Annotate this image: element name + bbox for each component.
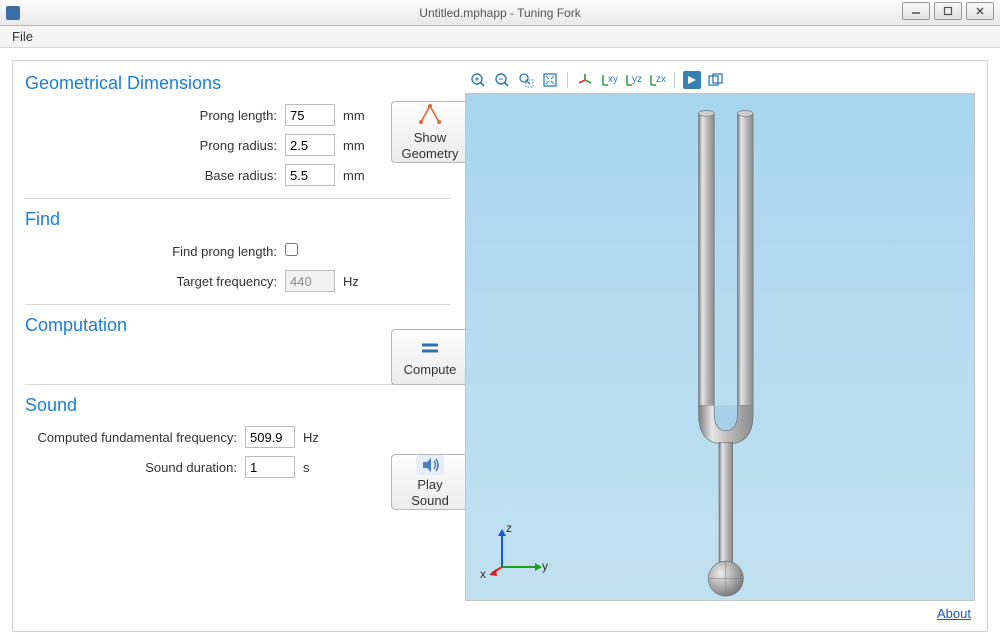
label-prong-radius: Prong radius: — [25, 138, 285, 153]
play-sound-label: Play Sound — [398, 477, 462, 510]
sound-icon — [416, 455, 444, 475]
maximize-button[interactable] — [934, 2, 962, 20]
show-geometry-label-2: Geometry — [401, 146, 458, 162]
unit-mm: mm — [335, 108, 371, 123]
axis-triad: z y x — [484, 523, 554, 586]
viewer-column: xy yz zx — [465, 69, 975, 623]
divider — [25, 304, 451, 305]
label-target-freq: Target frequency: — [25, 274, 285, 289]
about-link[interactable]: About — [937, 606, 971, 621]
play-sound-button[interactable]: Play Sound — [391, 454, 469, 510]
unit-hz: Hz — [335, 274, 371, 289]
window-controls — [898, 2, 994, 20]
input-base-radius[interactable] — [285, 164, 335, 186]
label-find-prong-length: Find prong length: — [25, 244, 285, 259]
default-view-icon[interactable] — [576, 71, 594, 89]
unit-s: s — [295, 460, 331, 475]
window-title: Untitled.mphapp - Tuning Fork — [0, 6, 1000, 20]
unit-hz: Hz — [295, 430, 331, 445]
viewer-toolbar: xy yz zx — [465, 69, 975, 91]
input-computed-freq[interactable] — [245, 426, 295, 448]
app-icon — [6, 6, 20, 20]
graphics-viewer[interactable]: z y x — [465, 93, 975, 601]
row-prong-radius: Prong radius: mm — [25, 132, 451, 158]
zoom-in-icon[interactable] — [469, 71, 487, 89]
close-button[interactable] — [966, 2, 994, 20]
row-prong-length: Prong length: mm — [25, 102, 451, 128]
label-base-radius: Base radius: — [25, 168, 285, 183]
section-title-sound: Sound — [25, 395, 451, 416]
section-title-computation: Computation — [25, 315, 451, 336]
geometry-icon — [416, 102, 444, 128]
row-duration: Sound duration: s — [25, 454, 451, 480]
title-bar: Untitled.mphapp - Tuning Fork — [0, 0, 1000, 26]
zoom-out-icon[interactable] — [493, 71, 511, 89]
unit-mm: mm — [335, 168, 371, 183]
row-computed-freq: Computed fundamental frequency: Hz — [25, 424, 451, 450]
compute-icon — [416, 336, 444, 360]
input-duration[interactable] — [245, 456, 295, 478]
transparency-icon[interactable] — [683, 71, 701, 89]
divider — [25, 384, 451, 385]
image-snapshot-icon[interactable] — [707, 71, 725, 89]
content-area: Geometrical Dimensions Prong length: mm … — [0, 48, 1000, 644]
compute-button[interactable]: Compute — [391, 329, 469, 385]
unit-mm: mm — [335, 138, 371, 153]
row-base-radius: Base radius: mm — [25, 162, 451, 188]
row-find-prong-length: Find prong length: — [25, 238, 451, 264]
show-geometry-label-1: Show — [414, 130, 447, 146]
minimize-button[interactable] — [902, 2, 930, 20]
input-prong-length[interactable] — [285, 104, 335, 126]
form-column: Geometrical Dimensions Prong length: mm … — [25, 69, 465, 623]
show-geometry-button[interactable]: Show Geometry — [391, 101, 469, 163]
divider — [25, 198, 451, 199]
main-panel: Geometrical Dimensions Prong length: mm … — [12, 60, 988, 632]
menu-bar: File — [0, 26, 1000, 48]
label-prong-length: Prong length: — [25, 108, 285, 123]
toolbar-separator — [674, 72, 675, 88]
label-computed-freq: Computed fundamental frequency: — [25, 430, 245, 445]
view-xy-icon[interactable]: xy — [600, 71, 618, 89]
menu-file[interactable]: File — [6, 27, 39, 46]
view-zx-icon[interactable]: zx — [648, 71, 666, 89]
zoom-extents-icon[interactable] — [541, 71, 559, 89]
input-prong-radius[interactable] — [285, 134, 335, 156]
section-title-find: Find — [25, 209, 451, 230]
view-yz-icon[interactable]: yz — [624, 71, 642, 89]
checkbox-find-prong-length[interactable] — [285, 243, 298, 256]
row-target-freq: Target frequency: Hz — [25, 268, 451, 294]
input-target-freq — [285, 270, 335, 292]
zoom-box-icon[interactable] — [517, 71, 535, 89]
section-title-geom: Geometrical Dimensions — [25, 73, 451, 94]
toolbar-separator — [567, 72, 568, 88]
compute-label: Compute — [404, 362, 457, 378]
label-duration: Sound duration: — [25, 460, 245, 475]
